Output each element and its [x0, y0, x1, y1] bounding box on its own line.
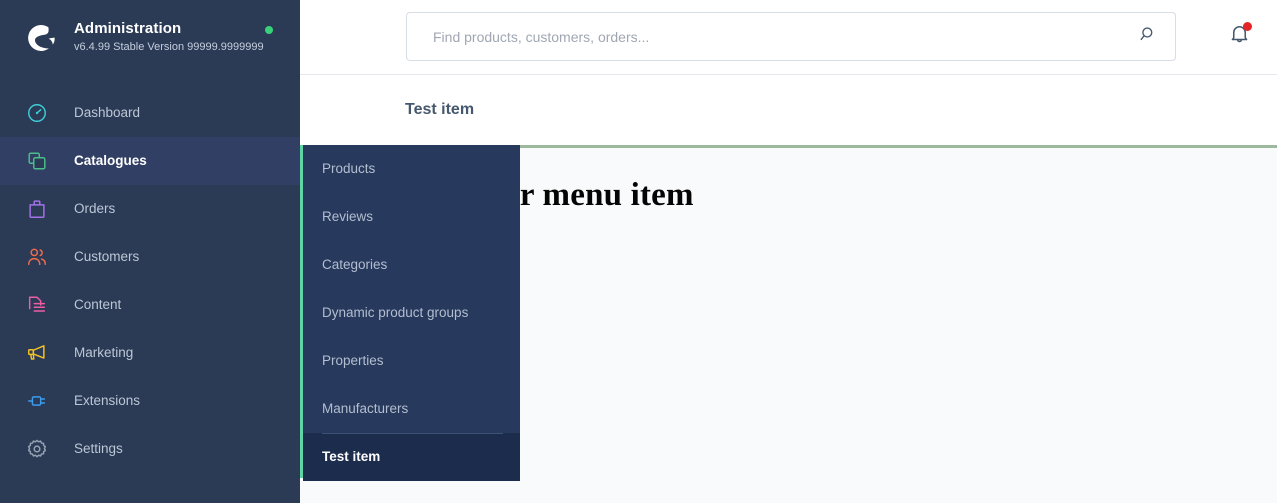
search-box[interactable] — [406, 12, 1176, 61]
sidebar-item-label: Content — [74, 297, 122, 312]
sidebar-item-label: Extensions — [74, 393, 141, 408]
main-navigation: Dashboard Catalogues Orders Customers Co… — [0, 89, 300, 473]
extensions-plug-icon — [26, 388, 56, 414]
flyout-item-categories[interactable]: Categories — [303, 241, 520, 289]
sidebar-item-settings[interactable]: Settings — [0, 425, 300, 473]
main-sidebar: Administration v6.4.99 Stable Version 99… — [0, 0, 300, 503]
search-field-wrap — [406, 12, 1176, 61]
notification-badge-dot — [1243, 22, 1252, 31]
flyout-item-dynamic-product-groups[interactable]: Dynamic product groups — [303, 289, 520, 337]
sidebar-item-label: Marketing — [74, 345, 134, 360]
flyout-item-label: Reviews — [322, 209, 374, 224]
dashboard-gauge-icon — [26, 100, 56, 126]
sidebar-item-label: Settings — [74, 441, 123, 456]
sidebar-item-label: Catalogues — [74, 153, 147, 168]
status-dot-icon — [265, 26, 273, 34]
page-header: Test item — [300, 75, 1277, 145]
flyout-item-test-item[interactable]: Test item — [303, 433, 520, 481]
sidebar-item-label: Orders — [74, 201, 116, 216]
flyout-item-label: Properties — [322, 353, 384, 368]
page-title: Test item — [405, 101, 475, 118]
flyout-item-label: Dynamic product groups — [322, 305, 469, 320]
sidebar-item-label: Customers — [74, 249, 140, 264]
marketing-megaphone-icon — [26, 340, 56, 366]
sidebar-item-customers[interactable]: Customers — [0, 233, 300, 281]
brand-version: v6.4.99 Stable Version 99999.9999999 — [74, 41, 264, 53]
sidebar-item-marketing[interactable]: Marketing — [0, 329, 300, 377]
catalogues-copy-icon — [26, 148, 56, 174]
flyout-item-reviews[interactable]: Reviews — [303, 193, 520, 241]
brand-header[interactable]: Administration v6.4.99 Stable Version 99… — [0, 0, 300, 75]
admin-app-window: Administration v6.4.99 Stable Version 99… — [0, 0, 1277, 503]
search-input[interactable] — [433, 28, 1157, 45]
customers-people-icon — [26, 244, 56, 270]
sidebar-item-extensions[interactable]: Extensions — [0, 377, 300, 425]
orders-bag-icon — [26, 196, 56, 222]
flyout-item-properties[interactable]: Properties — [303, 337, 520, 385]
top-search-bar — [300, 0, 1277, 75]
brand-text-block: Administration v6.4.99 Stable Version 99… — [74, 20, 264, 55]
sidebar-item-label: Dashboard — [74, 105, 141, 120]
flyout-item-label: Manufacturers — [322, 401, 409, 416]
settings-gear-icon — [26, 436, 56, 462]
sidebar-item-orders[interactable]: Orders — [0, 185, 300, 233]
sidebar-item-content[interactable]: Content — [0, 281, 300, 329]
catalogues-flyout-menu: Products Reviews Categories Dynamic prod… — [300, 145, 520, 481]
shopware-logo-icon — [22, 20, 58, 56]
flyout-item-label: Products — [322, 161, 376, 176]
notifications-button[interactable] — [1225, 22, 1253, 52]
flyout-item-label: Categories — [322, 257, 388, 272]
flyout-item-label: Test item — [322, 449, 381, 464]
search-button[interactable] — [1122, 12, 1176, 61]
sidebar-item-dashboard[interactable]: Dashboard — [0, 89, 300, 137]
sidebar-item-catalogues[interactable]: Catalogues — [0, 137, 300, 185]
flyout-item-manufacturers[interactable]: Manufacturers — [303, 385, 520, 433]
flyout-item-products[interactable]: Products — [303, 145, 520, 193]
search-icon — [1139, 25, 1158, 49]
content-page-icon — [26, 292, 56, 318]
brand-title: Administration — [74, 20, 182, 37]
